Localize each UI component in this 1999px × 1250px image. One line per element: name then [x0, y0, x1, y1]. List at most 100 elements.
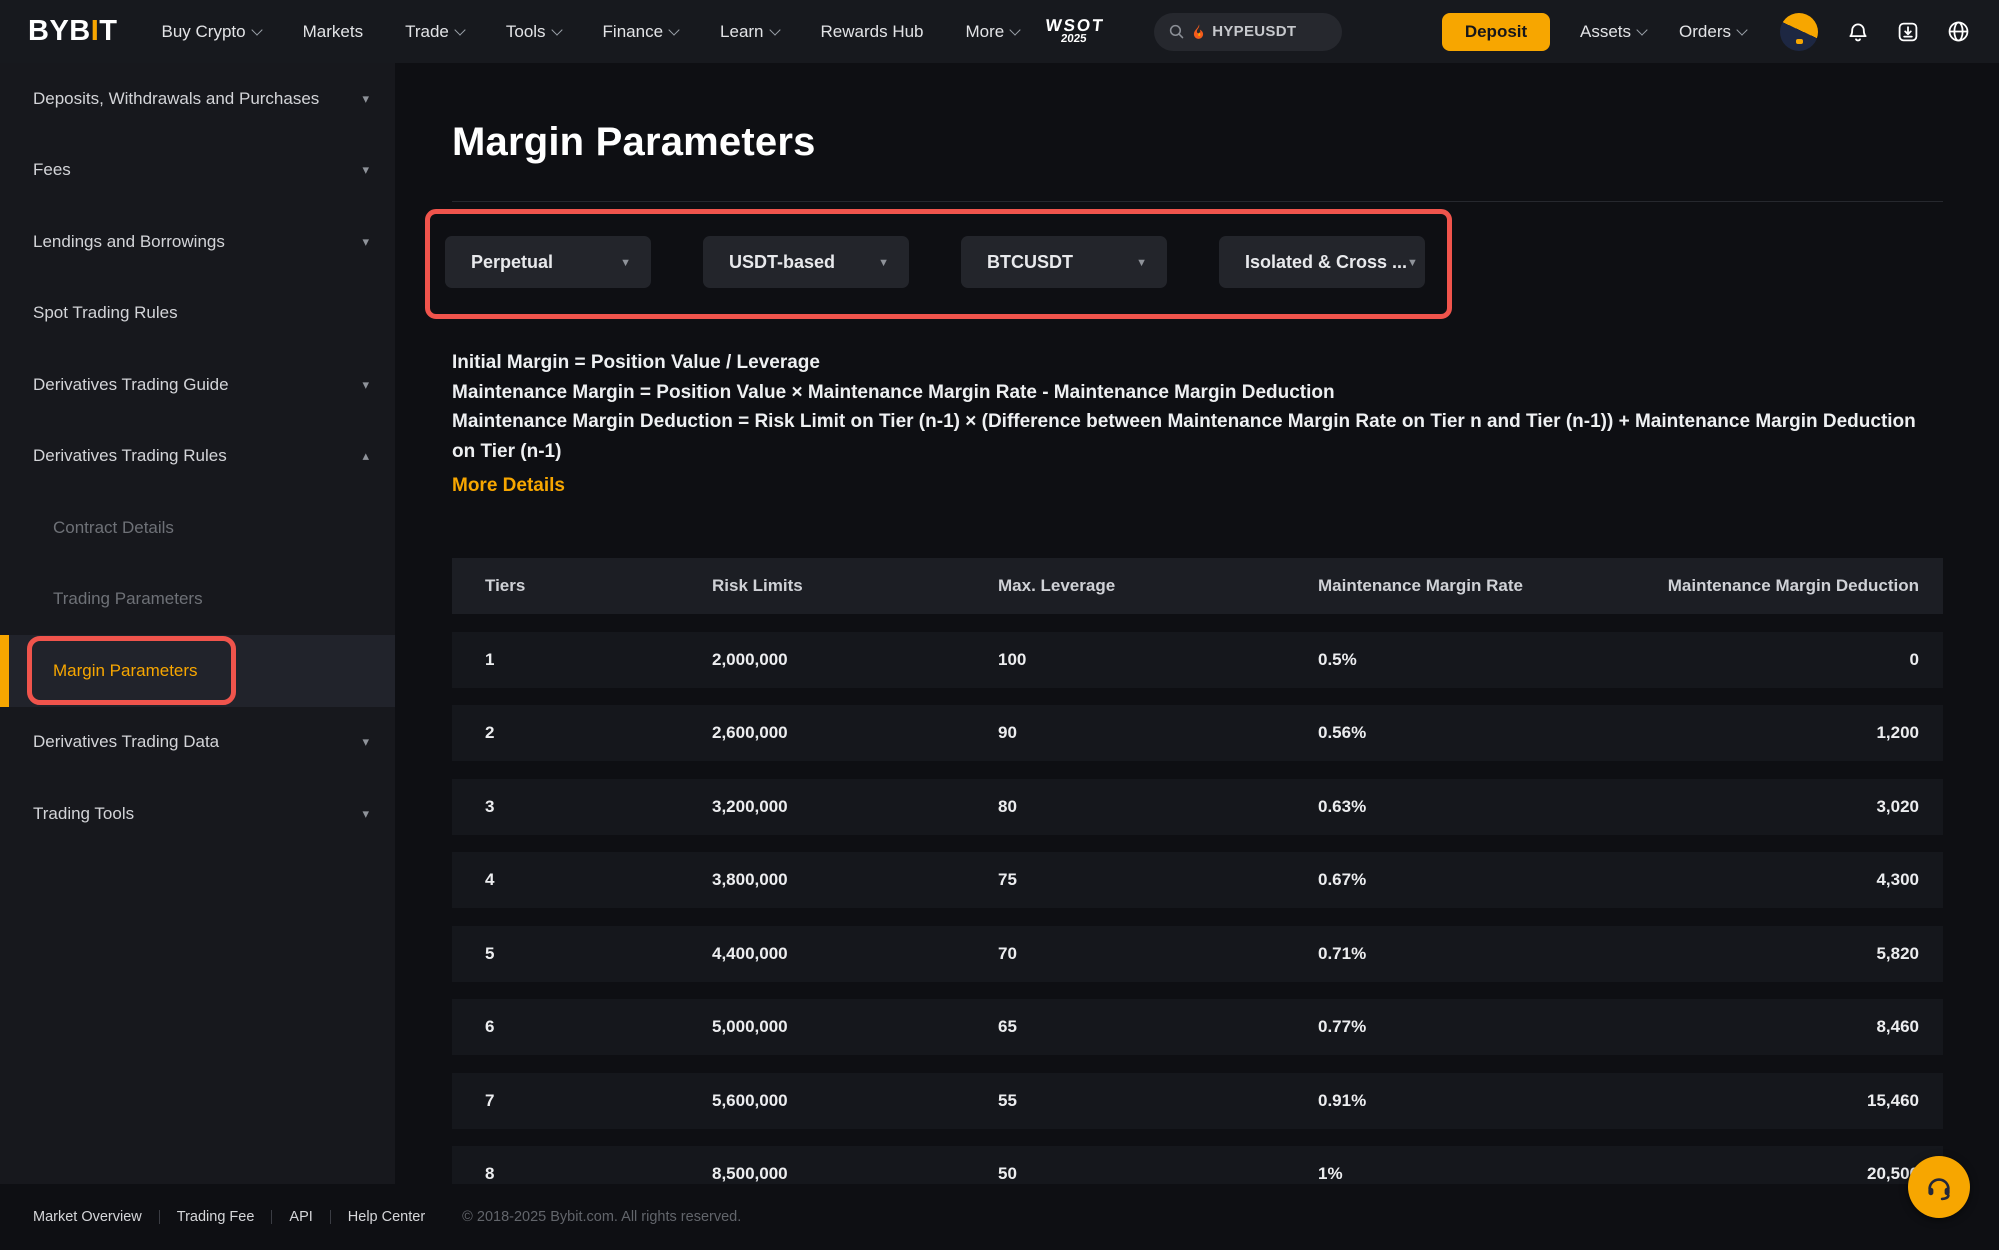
sidebar-item-derivatives-trading-data[interactable]: Derivatives Trading Data▾ — [0, 707, 395, 779]
support-chat-button[interactable] — [1908, 1156, 1970, 1218]
nav-item-label: Orders — [1679, 22, 1731, 42]
search-input[interactable]: HYPEUSDT — [1154, 13, 1342, 51]
chevron-down-icon — [551, 24, 562, 35]
cell-risk-limit: 5,600,000 — [712, 1091, 998, 1111]
dropdown-value: USDT-based — [729, 252, 835, 273]
sidebar-item-label: Contract Details — [53, 518, 174, 538]
dropdown-arrow-icon: ▼ — [878, 257, 889, 269]
nav-item-more[interactable]: More — [966, 22, 1020, 42]
nav-item-tools[interactable]: Tools — [506, 22, 561, 42]
nav-item-orders[interactable]: Orders — [1679, 22, 1746, 42]
cell-max-leverage: 75 — [998, 870, 1318, 890]
nav-item-label: Trade — [405, 22, 449, 42]
sidebar-item-label: Margin Parameters — [53, 661, 198, 681]
sidebar-item-trading-tools[interactable]: Trading Tools▾ — [0, 778, 395, 850]
cell-tier: 4 — [485, 870, 712, 890]
download-icon — [1896, 20, 1920, 44]
footer-link-api[interactable]: API — [289, 1209, 312, 1225]
nav-item-buy-crypto[interactable]: Buy Crypto — [162, 22, 261, 42]
sidebar-item-label: Lendings and Borrowings — [33, 232, 225, 252]
column-header-risk-limits: Risk Limits — [712, 576, 998, 596]
nav-item-markets[interactable]: Markets — [303, 22, 363, 42]
download-app-button[interactable] — [1896, 20, 1920, 44]
triangle-down-icon: ▾ — [362, 806, 369, 822]
cell-mmd: 0 — [1619, 650, 1919, 670]
column-header-maintenance-margin-rate: Maintenance Margin Rate — [1318, 576, 1619, 596]
sidebar-item-deposits-withdrawals[interactable]: Deposits, Withdrawals and Purchases▾ — [0, 63, 395, 135]
nav-item-label: More — [966, 22, 1005, 42]
bybit-logo[interactable]: BYBIT — [28, 15, 118, 48]
symbol-dropdown[interactable]: BTCUSDT▼ — [961, 236, 1167, 288]
formula-maintenance-margin-deduction: Maintenance Margin Deduction = Risk Limi… — [452, 407, 1943, 466]
margin-formulas: Initial Margin = Position Value / Levera… — [452, 348, 1943, 466]
nav-item-learn[interactable]: Learn — [720, 22, 778, 42]
chevron-down-icon — [1636, 24, 1647, 35]
user-avatar[interactable] — [1780, 13, 1818, 51]
footer-copyright: © 2018-2025 Bybit.com. All rights reserv… — [462, 1209, 741, 1225]
nav-item-assets[interactable]: Assets — [1580, 22, 1646, 42]
cell-mmr: 0.5% — [1318, 650, 1619, 670]
cell-mmr: 0.67% — [1318, 870, 1619, 890]
settlement-dropdown[interactable]: USDT-based ▼ — [703, 236, 909, 288]
language-button[interactable] — [1946, 19, 1971, 44]
sidebar-item-derivatives-trading-rules[interactable]: Derivatives Trading Rules▴ — [0, 421, 395, 493]
cell-mmd: 5,820 — [1619, 944, 1919, 964]
cell-mmd: 4,300 — [1619, 870, 1919, 890]
sidebar-item-label: Trading Parameters — [53, 589, 203, 609]
nav-item-finance[interactable]: Finance — [603, 22, 678, 42]
dropdown-arrow-icon: ▼ — [1136, 257, 1147, 269]
cell-risk-limit: 4,400,000 — [712, 944, 998, 964]
page-footer: Market Overview Trading Fee API Help Cen… — [0, 1184, 1999, 1250]
column-header-maintenance-margin-deduction: Maintenance Margin Deduction — [1619, 576, 1919, 596]
dropdown-arrow-icon: ▼ — [1407, 257, 1418, 269]
nav-item-label: Learn — [720, 22, 763, 42]
cell-tier: 1 — [485, 650, 712, 670]
cell-mmd: 15,460 — [1619, 1091, 1919, 1111]
nav-item-trade[interactable]: Trade — [405, 22, 464, 42]
sidebar-item-fees[interactable]: Fees▾ — [0, 135, 395, 207]
chevron-down-icon — [454, 24, 465, 35]
dropdown-value: Perpetual — [471, 252, 553, 273]
formula-maintenance-margin: Maintenance Margin = Position Value × Ma… — [452, 378, 1943, 408]
cell-tier: 2 — [485, 723, 712, 743]
nav-item-label: Markets — [303, 22, 363, 42]
footer-link-help-center[interactable]: Help Center — [348, 1209, 425, 1225]
table-row: 3 3,200,000 80 0.63% 3,020 — [452, 779, 1943, 835]
cell-mmd: 8,460 — [1619, 1017, 1919, 1037]
sidebar-item-spot-trading-rules[interactable]: Spot Trading Rules — [0, 278, 395, 350]
nav-item-rewards-hub[interactable]: Rewards Hub — [821, 22, 924, 42]
table-row: 2 2,600,000 90 0.56% 1,200 — [452, 705, 1943, 761]
sidebar-item-label: Spot Trading Rules — [33, 303, 178, 323]
cell-risk-limit: 2,000,000 — [712, 650, 998, 670]
sidebar-item-margin-parameters[interactable]: Margin Parameters — [0, 635, 395, 707]
chevron-down-icon — [1010, 24, 1021, 35]
sidebar-item-derivatives-trading-guide[interactable]: Derivatives Trading Guide▾ — [0, 349, 395, 421]
deposit-button[interactable]: Deposit — [1442, 13, 1550, 51]
chevron-down-icon — [251, 24, 262, 35]
search-icon — [1168, 23, 1185, 40]
dropdown-arrow-icon: ▼ — [620, 257, 631, 269]
more-details-link[interactable]: More Details — [452, 475, 565, 497]
sidebar-item-lendings-borrowings[interactable]: Lendings and Borrowings▾ — [0, 206, 395, 278]
table-row: 1 2,000,000 100 0.5% 0 — [452, 632, 1943, 688]
triangle-down-icon: ▾ — [362, 162, 369, 178]
sidebar-item-contract-details[interactable]: Contract Details — [0, 492, 395, 564]
footer-link-trading-fee[interactable]: Trading Fee — [177, 1209, 255, 1225]
cell-risk-limit: 5,000,000 — [712, 1017, 998, 1037]
search-value: HYPEUSDT — [1212, 23, 1296, 40]
cell-max-leverage: 80 — [998, 797, 1318, 817]
table-row: 5 4,400,000 70 0.71% 5,820 — [452, 926, 1943, 982]
sidebar-item-trading-parameters[interactable]: Trading Parameters — [0, 564, 395, 636]
bell-icon — [1846, 20, 1870, 44]
triangle-down-icon: ▾ — [362, 377, 369, 393]
cell-risk-limit: 2,600,000 — [712, 723, 998, 743]
notifications-button[interactable] — [1846, 20, 1870, 44]
footer-separator — [271, 1210, 272, 1224]
footer-separator — [330, 1210, 331, 1224]
wsot-2025-logo[interactable]: WSOT 2025 — [1044, 18, 1106, 45]
cell-max-leverage: 90 — [998, 723, 1318, 743]
contract-type-dropdown[interactable]: Perpetual ▼ — [445, 236, 651, 288]
footer-link-market-overview[interactable]: Market Overview — [33, 1209, 142, 1225]
margin-mode-dropdown[interactable]: Isolated & Cross ...▼ — [1219, 236, 1425, 288]
cell-mmr: 0.71% — [1318, 944, 1619, 964]
